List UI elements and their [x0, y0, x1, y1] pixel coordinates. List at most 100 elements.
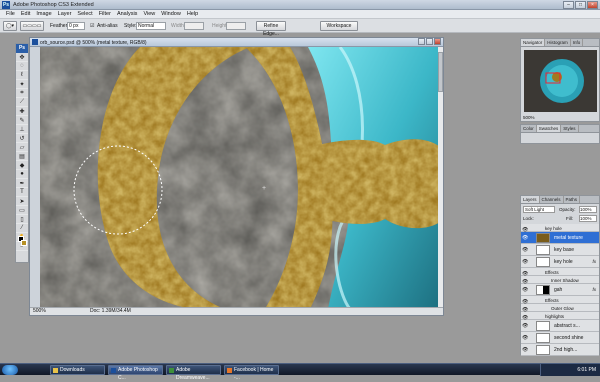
layer-abstract[interactable]: 👁 abstract s...	[521, 320, 599, 332]
visibility-eye-icon[interactable]: 👁	[522, 235, 528, 241]
taskbar-item-facebook[interactable]: Facebook | Home -...	[224, 365, 279, 381]
fill-input[interactable]: 100%	[579, 215, 597, 222]
layer-group-highlights[interactable]: 👁 highlights	[521, 312, 599, 321]
doc-minimize-button[interactable]	[418, 38, 425, 45]
doc-close-button[interactable]	[434, 38, 441, 45]
layer-key-base[interactable]: 👁 key base	[521, 244, 599, 256]
healing-brush-icon[interactable]: ✚	[16, 107, 28, 116]
layer-effect-outer-glow[interactable]: 👁 Outer Glow	[521, 304, 599, 313]
close-button[interactable]: ×	[587, 1, 598, 9]
menu-select[interactable]: Select	[77, 11, 92, 17]
browser-icon	[227, 368, 232, 373]
notes-tool-icon[interactable]: ▯	[16, 215, 28, 224]
layer-group-key-hole[interactable]: 👁 key hole	[521, 224, 599, 233]
tool-preset-picker[interactable]: ◯▾	[3, 21, 17, 31]
menu-filter[interactable]: Filter	[99, 11, 111, 17]
layer-effects-row[interactable]: 👁 Effects	[521, 296, 599, 305]
fx-badge[interactable]: fx	[592, 259, 596, 264]
feather-input[interactable]: 0 px	[67, 22, 85, 30]
layer-key-hole[interactable]: 👁 key hole fx	[521, 256, 599, 268]
tab-styles[interactable]: Styles	[561, 125, 579, 132]
taskbar-item-photoshop[interactable]: Adobe Photoshop C...	[108, 365, 163, 381]
tab-layers[interactable]: Layers	[521, 196, 540, 203]
brush-tool-icon[interactable]: ✎	[16, 116, 28, 125]
crop-tool-icon[interactable]: ⌗	[16, 89, 28, 98]
path-selection-icon[interactable]: ➤	[16, 197, 28, 206]
width-input[interactable]	[184, 22, 204, 30]
visibility-eye-icon[interactable]: 👁	[522, 287, 528, 293]
photoshop-icon	[111, 368, 116, 373]
tab-color[interactable]: Color	[521, 125, 537, 132]
menu-file[interactable]: File	[6, 11, 15, 17]
lasso-tool-icon[interactable]: ℓ	[16, 71, 28, 80]
vertical-scroll-thumb[interactable]	[438, 52, 443, 92]
layer-effects-row[interactable]: 👁 Effects	[521, 268, 599, 277]
crosshair-cursor-icon: +	[262, 185, 266, 192]
window-controls: – □ ×	[563, 1, 598, 9]
visibility-eye-icon[interactable]: 👁	[522, 323, 528, 329]
navigator-zoom[interactable]: 500%	[523, 115, 535, 120]
doc-maximize-button[interactable]	[426, 38, 433, 45]
image-canvas[interactable]: +	[40, 47, 440, 309]
shape-tool-icon[interactable]: ▭	[16, 206, 28, 215]
layer-second-shine[interactable]: 👁 second shine	[521, 332, 599, 344]
menu-edit[interactable]: Edit	[21, 11, 30, 17]
taskbar-item-dreamweaver[interactable]: Adobe Dreamweave...	[166, 365, 221, 381]
navigator-preview[interactable]	[524, 50, 597, 112]
blend-mode-select[interactable]: Soft Light	[523, 206, 555, 213]
tab-navigator[interactable]: Navigator	[521, 39, 546, 46]
clone-stamp-icon[interactable]: ⊥	[16, 125, 28, 134]
menu-analysis[interactable]: Analysis	[117, 11, 137, 17]
refine-edge-button[interactable]: Refine Edge...	[256, 21, 286, 37]
slice-tool-icon[interactable]: ⟋	[16, 98, 28, 107]
minimize-button[interactable]: –	[563, 1, 574, 9]
menu-window[interactable]: Window	[161, 11, 181, 17]
background-color-swatch[interactable]	[21, 240, 27, 246]
height-input[interactable]	[226, 22, 246, 30]
layer-2nd-high[interactable]: 👁 2nd high...	[521, 344, 599, 356]
layer-metal-texture[interactable]: 👁 metal texture	[521, 232, 599, 244]
menu-help[interactable]: Help	[187, 11, 198, 17]
marquee-tool-icon[interactable]: ◌	[16, 62, 28, 71]
gradient-tool-icon[interactable]: ▤	[16, 152, 28, 161]
tab-swatches[interactable]: Swatches	[536, 125, 562, 132]
visibility-eye-icon[interactable]: 👁	[522, 347, 528, 353]
tab-histogram[interactable]: Histogram	[545, 39, 571, 46]
menu-layer[interactable]: Layer	[58, 11, 72, 17]
menu-image[interactable]: Image	[36, 11, 51, 17]
style-select[interactable]: Normal	[136, 22, 166, 30]
window-title: Adobe Photoshop CS3 Extended	[13, 2, 94, 8]
visibility-eye-icon[interactable]: 👁	[522, 259, 528, 265]
visibility-eye-icon[interactable]: 👁	[522, 335, 528, 341]
tab-paths[interactable]: Paths	[564, 196, 581, 203]
maximize-button[interactable]: □	[575, 1, 586, 9]
magic-wand-tool-icon[interactable]: ✦	[16, 80, 28, 89]
dodge-tool-icon[interactable]: ●	[16, 170, 28, 179]
eraser-tool-icon[interactable]: ▱	[16, 143, 28, 152]
layer-effect-inner-shadow[interactable]: 👁 Inner Shadow	[521, 276, 599, 285]
selection-mode-buttons[interactable]: ▭▭▭▭	[20, 21, 44, 31]
workspace-button[interactable]: Workspace	[320, 21, 358, 31]
menu-view[interactable]: View	[143, 11, 155, 17]
clock[interactable]: 6:01 PM	[577, 367, 596, 373]
antialias-checkbox[interactable]: ☑	[90, 22, 94, 30]
history-brush-icon[interactable]: ↺	[16, 134, 28, 143]
taskbar-item-downloads[interactable]: Downloads	[50, 365, 105, 375]
layer-gah[interactable]: 👁 gah fx	[521, 284, 599, 296]
layer-thumbnail	[536, 257, 550, 267]
tab-info[interactable]: Info	[571, 39, 584, 46]
start-button[interactable]	[2, 365, 18, 375]
fx-badge[interactable]: fx	[592, 287, 596, 292]
type-tool-icon[interactable]: T	[16, 188, 28, 197]
move-tool-icon[interactable]: ✥	[16, 53, 28, 62]
eyedropper-icon[interactable]: ⁄	[16, 224, 28, 233]
visibility-eye-icon[interactable]: 👁	[522, 247, 528, 253]
navigator-panel: Navigator Histogram Info 500%	[520, 38, 600, 122]
taskbar: Downloads Adobe Photoshop C... Adobe Dre…	[0, 363, 600, 381]
tab-channels[interactable]: Channels	[540, 196, 564, 203]
blur-tool-icon[interactable]: ◆	[16, 161, 28, 170]
zoom-level[interactable]: 500%	[33, 308, 46, 315]
pen-tool-icon[interactable]: ✒	[16, 179, 28, 188]
opacity-input[interactable]: 100%	[579, 206, 597, 213]
dreamweaver-icon	[169, 368, 174, 373]
